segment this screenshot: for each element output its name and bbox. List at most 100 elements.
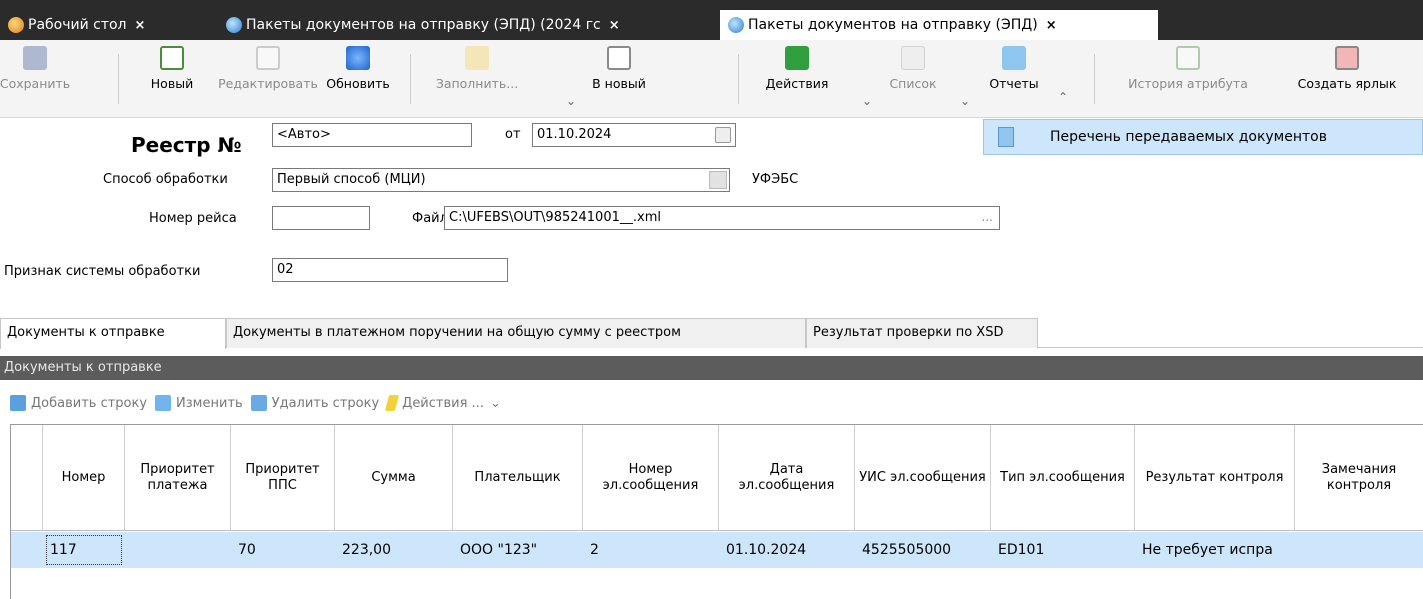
to-new-label: В новый xyxy=(592,76,646,91)
tab-xsd-check-result[interactable]: Результат проверки по XSD xyxy=(806,318,1038,348)
table-cell[interactable]: 4525505000 xyxy=(855,532,991,568)
grid-actions-button[interactable]: Действия ... ⌄ xyxy=(385,395,501,411)
refresh-icon xyxy=(346,46,370,70)
column-header[interactable]: Плательщик xyxy=(453,425,583,531)
edit-row-button[interactable]: Изменить xyxy=(155,395,243,411)
file-path-value: C:\UFEBS\OUT\985241001__.xml xyxy=(449,210,661,225)
add-row-button[interactable]: Добавить строку xyxy=(10,395,147,411)
reports-button[interactable]: Отчеты xyxy=(982,46,1046,112)
flight-number-field[interactable] xyxy=(272,206,370,230)
table-cell[interactable]: 223,00 xyxy=(335,532,453,568)
copy-document-icon xyxy=(607,46,631,70)
separator xyxy=(738,54,739,104)
processing-system-field[interactable]: 02 xyxy=(272,258,508,282)
main-toolbar: Сохранить Новый Редактировать Обновить З… xyxy=(0,40,1423,118)
tab-documents-to-send[interactable]: Документы к отправке xyxy=(0,318,226,349)
chevron-down-icon[interactable]: ⌄ xyxy=(862,94,872,108)
documents-table: Номер Приоритет платежа Приоритет ППС Су… xyxy=(10,424,1423,599)
tab-packages-2024[interactable]: Пакеты документов на отправку (ЭПД) (202… xyxy=(218,10,718,40)
refresh-button[interactable]: Обновить xyxy=(318,46,398,112)
column-header[interactable]: Тип эл.сообщения xyxy=(991,425,1135,531)
column-header[interactable]: Дата эл.сообщения xyxy=(719,425,855,531)
package-icon xyxy=(728,17,744,33)
tab-label: Рабочий стол xyxy=(28,17,127,33)
package-icon xyxy=(226,17,242,33)
edit-label: Редактировать xyxy=(218,76,318,91)
date-field[interactable]: 01.10.2024 xyxy=(532,123,736,147)
column-header[interactable]: Замечания контроля xyxy=(1295,425,1423,531)
new-document-icon xyxy=(160,46,184,70)
calendar-icon[interactable] xyxy=(715,127,731,143)
edit-row-label: Изменить xyxy=(176,395,243,411)
grid-actions-label: Действия ... xyxy=(402,395,484,411)
date-value: 01.10.2024 xyxy=(537,127,612,142)
column-header[interactable]: Результат контроля xyxy=(1135,425,1295,531)
registry-label: Реестр № xyxy=(131,133,242,157)
table-cell[interactable]: 70 xyxy=(231,532,335,568)
column-header[interactable]: УИС эл.сообщения xyxy=(855,425,991,531)
tab-packages[interactable]: Пакеты документов на отправку (ЭПД) × xyxy=(720,10,1158,40)
column-header[interactable]: Приоритет ППС xyxy=(231,425,335,531)
chevron-down-icon[interactable]: ⌄ xyxy=(960,94,970,108)
close-icon[interactable]: × xyxy=(135,18,146,33)
file-path-field[interactable]: C:\UFEBS\OUT\985241001__.xml ... xyxy=(444,206,1000,230)
delete-row-button[interactable]: Удалить строку xyxy=(250,395,379,411)
column-header[interactable]: Сумма xyxy=(335,425,453,531)
column-header[interactable]: Номер xyxy=(43,425,125,531)
edit-row-icon xyxy=(155,395,172,411)
chevron-down-icon: ⌄ xyxy=(489,395,501,411)
add-row-icon xyxy=(10,395,26,411)
table-cell[interactable] xyxy=(1295,532,1423,568)
reports-icon xyxy=(1002,46,1026,70)
edit-button[interactable]: Редактировать xyxy=(218,46,318,112)
tab-desktop[interactable]: Рабочий стол × xyxy=(0,10,218,40)
processing-method-select[interactable]: Первый способ (МЦИ) xyxy=(272,168,730,192)
table-cell[interactable]: 2 xyxy=(583,532,719,568)
chevron-up-icon[interactable]: ⌃ xyxy=(1058,90,1068,104)
fill-button[interactable]: Заполнить... xyxy=(422,46,532,112)
registry-number-field[interactable]: <Авто> xyxy=(272,123,472,147)
dropdown-button-icon[interactable] xyxy=(709,171,727,189)
table-cell[interactable]: 117 xyxy=(43,532,125,568)
new-label: Новый xyxy=(150,76,194,91)
actions-label: Действия xyxy=(765,76,829,91)
column-header[interactable]: Приоритет платежа xyxy=(125,425,231,531)
table-cell[interactable]: ООО "123" xyxy=(453,532,583,568)
list-button[interactable]: Список xyxy=(876,46,950,112)
folder-icon xyxy=(465,46,489,70)
separator xyxy=(1094,54,1095,104)
edit-document-icon xyxy=(256,46,280,70)
column-header[interactable]: Номер эл.сообщения xyxy=(583,425,719,531)
separator xyxy=(410,54,411,104)
ufebs-label: УФЭБС xyxy=(752,172,799,187)
row-indicator[interactable] xyxy=(11,532,43,568)
chevron-down-icon[interactable]: ⌄ xyxy=(566,94,576,108)
new-button[interactable]: Новый xyxy=(138,46,206,112)
close-icon[interactable]: × xyxy=(1046,18,1057,33)
processing-method-label: Способ обработки xyxy=(103,172,228,187)
row-indicator-header xyxy=(11,425,43,531)
lightning-icon xyxy=(385,395,400,411)
tab-payment-order-documents[interactable]: Документы в платежном поручении на общую… xyxy=(226,318,806,348)
actions-button[interactable]: Действия xyxy=(752,46,842,112)
table-cell[interactable]: 01.10.2024 xyxy=(719,532,855,568)
separator xyxy=(118,54,119,104)
save-button[interactable]: Сохранить xyxy=(0,46,70,112)
flight-number-label: Номер рейса xyxy=(149,211,237,226)
browse-icon[interactable]: ... xyxy=(982,210,993,224)
table-cell[interactable]: Не требует испра xyxy=(1135,532,1295,568)
attribute-history-button[interactable]: История атрибута xyxy=(1108,46,1268,112)
add-row-label: Добавить строку xyxy=(31,395,148,411)
table-cell[interactable] xyxy=(125,532,231,568)
create-shortcut-button[interactable]: Создать ярлык xyxy=(1272,46,1422,112)
desktop-icon xyxy=(8,17,24,33)
refresh-label: Обновить xyxy=(326,76,390,91)
reports-label: Отчеты xyxy=(989,76,1039,91)
table-row[interactable]: 117 70 223,00 ООО "123" 2 01.10.2024 452… xyxy=(11,532,1423,568)
grid-toolbar: Добавить строку Изменить Удалить строку … xyxy=(10,390,509,416)
reports-menu-item-documents-list[interactable]: Перечень передаваемых документов xyxy=(983,119,1423,155)
table-cell[interactable]: ED101 xyxy=(991,532,1135,568)
tab-label: Пакеты документов на отправку (ЭПД) (202… xyxy=(246,17,601,33)
to-new-button[interactable]: В новый xyxy=(578,46,660,112)
close-icon[interactable]: × xyxy=(609,18,620,33)
